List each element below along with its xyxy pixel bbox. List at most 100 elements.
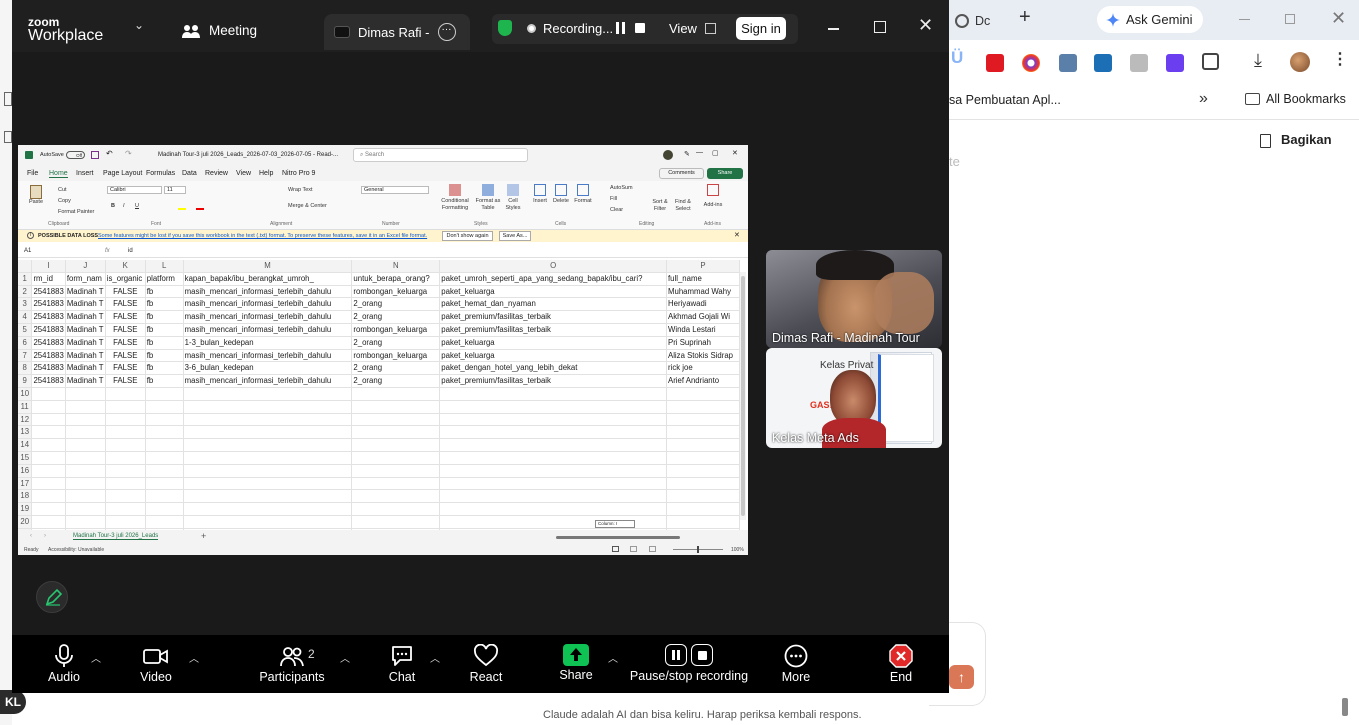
table-cell[interactable]: masih_mencari_informasi_terlebih_dahulu (183, 323, 353, 337)
ask-gemini-button[interactable]: Ask Gemini (1097, 6, 1203, 33)
table-cell[interactable] (183, 477, 353, 491)
table-cell[interactable] (145, 451, 184, 465)
menu-review[interactable]: Review (205, 170, 228, 177)
table-cell[interactable]: FALSE (105, 336, 146, 350)
page-layout-view-icon[interactable] (630, 546, 637, 552)
table-cell[interactable] (65, 438, 106, 452)
table-cell[interactable] (145, 464, 184, 478)
table-cell[interactable]: FALSE (105, 297, 146, 312)
meeting-tab[interactable]: Meeting (182, 23, 257, 38)
excel-search-box[interactable]: ⌕ Search (353, 148, 528, 162)
table-cell[interactable]: Madinah T (65, 323, 106, 337)
account-avatar[interactable] (663, 150, 673, 160)
color-extension-icon[interactable] (1022, 54, 1040, 72)
horizontal-scrollbar[interactable] (468, 534, 738, 540)
format-table-button[interactable]: Format as Table (474, 184, 502, 211)
table-cell[interactable] (183, 451, 353, 465)
excel-maximize-icon[interactable]: ▢ (712, 149, 719, 157)
menu-home[interactable]: Home (49, 170, 68, 178)
column-header[interactable]: O (439, 260, 667, 273)
row-header[interactable]: 4 (18, 310, 33, 324)
annotate-button[interactable] (36, 581, 68, 613)
sheet-tab[interactable]: Madinah Tour-3 juli 2026_Leads (73, 533, 159, 540)
merge-center-button[interactable]: Merge & Center (288, 203, 327, 210)
autosave-toggle[interactable]: Off (66, 151, 85, 159)
table-cell[interactable]: Madinah T (65, 349, 106, 363)
chevron-down-icon[interactable]: ⌄ (134, 18, 144, 32)
normal-view-icon[interactable] (612, 546, 619, 552)
table-cell[interactable] (105, 515, 146, 529)
fill-button[interactable]: Fill (610, 196, 617, 203)
paste-button[interactable]: Paste (28, 185, 44, 206)
column-header[interactable]: N (351, 260, 441, 273)
table-cell[interactable]: rombongan_keluarga (351, 323, 441, 337)
audio-options-chevron-icon[interactable]: ︿ (91, 650, 101, 665)
profile-avatar[interactable] (1290, 52, 1310, 72)
table-cell[interactable] (105, 413, 146, 427)
table-cell[interactable] (31, 425, 66, 440)
dont-show-again-button[interactable]: Don't show again (442, 231, 493, 241)
table-cell[interactable] (351, 438, 441, 452)
active-share-tab[interactable]: Dimas Rafi - ··· (324, 14, 470, 50)
table-cell[interactable] (439, 400, 667, 414)
table-cell[interactable] (183, 387, 353, 401)
delete-cells-button[interactable]: Delete (551, 184, 571, 205)
table-cell[interactable] (351, 451, 441, 465)
fill-color-icon[interactable] (178, 203, 186, 210)
more-options-icon[interactable]: ··· (437, 23, 456, 41)
row-header[interactable]: 3 (18, 297, 33, 312)
restore-icon[interactable] (1285, 14, 1295, 24)
excel-close-icon[interactable]: ✕ (732, 149, 738, 157)
table-cell[interactable]: Madinah T (65, 336, 106, 350)
font-name-select[interactable]: Calibri (107, 186, 162, 194)
table-cell[interactable]: Madinah T (65, 374, 106, 388)
table-cell[interactable] (351, 464, 441, 478)
table-cell[interactable] (183, 413, 353, 427)
sign-in-button[interactable]: Sign in (736, 17, 786, 40)
cut-button[interactable]: Cut (58, 187, 67, 194)
redo-icon[interactable]: ↷ (125, 149, 132, 158)
table-cell[interactable]: rombongan_keluarga (351, 349, 441, 363)
formula-value[interactable]: id (128, 248, 133, 254)
table-cell[interactable]: 2_orang (351, 374, 441, 388)
share-button[interactable]: Share (554, 644, 598, 682)
table-cell[interactable]: masih_mencari_informasi_terlebih_dahulu (183, 374, 353, 388)
table-cell[interactable] (183, 400, 353, 414)
video-tile-meta-ads[interactable]: Kelas Privat GAS! Kelas Meta Ads (766, 348, 942, 448)
table-cell[interactable]: FALSE (105, 374, 146, 388)
table-cell[interactable] (31, 464, 66, 478)
table-cell[interactable] (439, 425, 667, 440)
format-cells-button[interactable]: Format (573, 184, 593, 205)
vertical-scrollbar[interactable] (740, 272, 746, 520)
table-cell[interactable]: fb (145, 297, 184, 312)
name-box[interactable]: A1 (24, 248, 31, 254)
table-cell[interactable] (31, 413, 66, 427)
table-cell[interactable] (666, 464, 740, 478)
table-cell[interactable] (145, 515, 184, 529)
table-cell[interactable]: Winda Lestari (666, 323, 740, 337)
table-cell[interactable]: Muhammad Wahy (666, 285, 740, 299)
table-cell[interactable]: platform (145, 272, 184, 286)
row-header[interactable]: 1 (18, 272, 33, 286)
table-cell[interactable]: 2541883 (31, 310, 66, 324)
all-bookmarks[interactable]: All Bookmarks (1245, 92, 1346, 106)
table-cell[interactable]: paket_premium/fasilitas_terbaik (439, 323, 667, 337)
table-cell[interactable]: 2_orang (351, 310, 441, 324)
table-cell[interactable]: fb (145, 349, 184, 363)
table-cell[interactable] (105, 502, 146, 516)
table-cell[interactable] (351, 413, 441, 427)
table-cell[interactable]: fb (145, 336, 184, 350)
close-icon[interactable]: ✕ (918, 15, 933, 36)
table-cell[interactable] (351, 425, 441, 440)
table-cell[interactable] (666, 387, 740, 401)
warning-close-icon[interactable]: ✕ (734, 231, 740, 239)
table-cell[interactable] (65, 502, 106, 516)
new-tab-icon[interactable]: + (1019, 6, 1031, 29)
number-format-select[interactable]: General (361, 186, 429, 194)
format-painter-button[interactable]: Format Painter (58, 209, 94, 216)
table-cell[interactable] (666, 502, 740, 516)
table-cell[interactable] (439, 502, 667, 516)
table-cell[interactable]: 2_orang (351, 297, 441, 312)
save-as-button[interactable]: Save As... (499, 231, 531, 241)
table-cell[interactable]: Madinah T (65, 297, 106, 312)
